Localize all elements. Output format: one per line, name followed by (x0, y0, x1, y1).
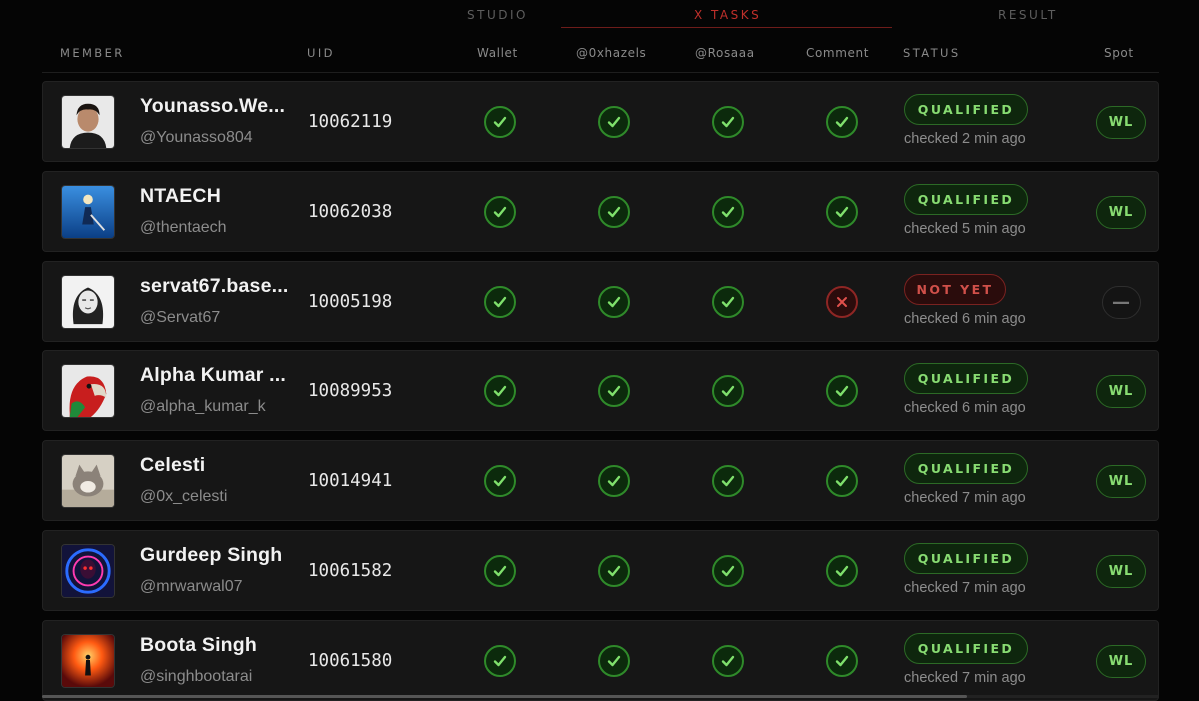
task-0xhazels-check-icon (598, 286, 630, 318)
column-header-task-0xhazels: @0xhazels (576, 46, 647, 60)
status-badge: QUALIFIED (904, 633, 1028, 664)
avatar (61, 185, 115, 239)
active-tab-underline (561, 27, 892, 28)
group-tabs: STUDIO X TASKS RESULT (0, 0, 1199, 30)
checked-time: checked 7 min ago (904, 490, 1026, 506)
member-name: Gurdeep Singh (140, 544, 283, 566)
member-row[interactable]: NTAECH @thentaech 10062038 QUALIFIED checked… (42, 171, 1159, 252)
member-handle[interactable]: @alpha_kumar_k (140, 398, 300, 416)
spot-wl-badge: WL (1096, 465, 1146, 498)
status-badge: QUALIFIED (904, 94, 1028, 125)
task-rosaaa-check-icon (712, 106, 744, 138)
comment-cross-icon (826, 286, 858, 318)
member-row[interactable]: servat67.base... @Servat67 10005198 NOT YET… (42, 261, 1159, 342)
spot-empty-badge: — (1102, 286, 1141, 319)
column-header-status: STATUS (903, 46, 961, 60)
status-badge: NOT YET (904, 274, 1006, 305)
wallet-check-icon (484, 196, 516, 228)
member-handle[interactable]: @Servat67 (140, 309, 300, 327)
task-rosaaa-check-icon (712, 286, 744, 318)
spot-wl-badge: WL (1096, 106, 1146, 139)
member-uid: 10061582 (308, 561, 393, 581)
spot-wl-badge: WL (1096, 555, 1146, 588)
checked-time: checked 7 min ago (904, 670, 1026, 686)
avatar (61, 544, 115, 598)
wallet-check-icon (484, 286, 516, 318)
member-handle[interactable]: @thentaech (140, 219, 300, 237)
column-header-comment: Comment (806, 46, 869, 60)
member-handle[interactable]: @singhbootarai (140, 668, 300, 686)
spot-wl-badge: WL (1096, 196, 1146, 229)
avatar (61, 454, 115, 508)
member-name: Celesti (140, 454, 206, 476)
status-badge: QUALIFIED (904, 453, 1028, 484)
avatar (61, 95, 115, 149)
member-name: Alpha Kumar ... (140, 364, 287, 386)
member-name: Younasso.We... (140, 95, 286, 117)
member-uid: 10061580 (308, 651, 393, 671)
spot-wl-badge: WL (1096, 375, 1146, 408)
task-rosaaa-check-icon (712, 196, 744, 228)
column-header-uid: UID (307, 46, 335, 60)
checked-time: checked 6 min ago (904, 400, 1026, 416)
wallet-check-icon (484, 465, 516, 497)
checked-time: checked 5 min ago (904, 221, 1026, 237)
task-0xhazels-check-icon (598, 645, 630, 677)
member-uid: 10005198 (308, 292, 393, 312)
comment-check-icon (826, 106, 858, 138)
status-badge: QUALIFIED (904, 184, 1028, 215)
member-handle[interactable]: @0x_celesti (140, 488, 300, 506)
wallet-check-icon (484, 645, 516, 677)
avatar (61, 364, 115, 418)
header-divider (42, 72, 1159, 73)
scrollbar-thumb[interactable] (42, 695, 967, 698)
task-rosaaa-check-icon (712, 375, 744, 407)
task-rosaaa-check-icon (712, 555, 744, 587)
column-header-member: MEMBER (60, 46, 125, 60)
column-header-spot: Spot (1104, 46, 1134, 60)
member-name: Boota Singh (140, 634, 258, 656)
member-uid: 10062119 (308, 112, 393, 132)
status-badge: QUALIFIED (904, 543, 1028, 574)
spot-wl-badge: WL (1096, 645, 1146, 678)
tab-x-tasks[interactable]: X TASKS (694, 8, 761, 22)
comment-check-icon (826, 465, 858, 497)
comment-check-icon (826, 645, 858, 677)
task-rosaaa-check-icon (712, 645, 744, 677)
member-row[interactable]: Gurdeep Singh @mrwarwal07 10061582 QUALIFIE… (42, 530, 1159, 611)
member-uid: 10014941 (308, 471, 393, 491)
column-header-task-rosaaa: @Rosaaa (695, 46, 755, 60)
task-0xhazels-check-icon (598, 375, 630, 407)
member-handle[interactable]: @Younasso804 (140, 129, 300, 147)
task-rosaaa-check-icon (712, 465, 744, 497)
member-uid: 10089953 (308, 381, 393, 401)
comment-check-icon (826, 196, 858, 228)
member-name: NTAECH (140, 185, 221, 207)
member-handle[interactable]: @mrwarwal07 (140, 578, 300, 596)
member-row[interactable]: Alpha Kumar ... @alpha_kumar_k 10089953 QUA… (42, 350, 1159, 431)
avatar (61, 275, 115, 329)
member-row[interactable]: Celesti @0x_celesti 10014941 QUALIFIED check… (42, 440, 1159, 521)
tab-studio[interactable]: STUDIO (467, 8, 528, 22)
wallet-check-icon (484, 106, 516, 138)
member-row[interactable]: Boota Singh @singhbootarai 10061580 QUALIFI… (42, 620, 1159, 701)
wallet-check-icon (484, 375, 516, 407)
member-uid: 10062038 (308, 202, 393, 222)
member-row[interactable]: Younasso.We... @Younasso804 10062119 QUALIF… (42, 81, 1159, 162)
checked-time: checked 6 min ago (904, 311, 1026, 327)
tab-result[interactable]: RESULT (998, 8, 1058, 22)
task-0xhazels-check-icon (598, 106, 630, 138)
member-name: servat67.base... (140, 275, 289, 297)
task-0xhazels-check-icon (598, 196, 630, 228)
task-0xhazels-check-icon (598, 465, 630, 497)
avatar (61, 634, 115, 688)
wallet-check-icon (484, 555, 516, 587)
column-header-wallet: Wallet (477, 46, 518, 60)
status-badge: QUALIFIED (904, 363, 1028, 394)
comment-check-icon (826, 555, 858, 587)
comment-check-icon (826, 375, 858, 407)
checked-time: checked 2 min ago (904, 131, 1026, 147)
task-0xhazels-check-icon (598, 555, 630, 587)
checked-time: checked 7 min ago (904, 580, 1026, 596)
